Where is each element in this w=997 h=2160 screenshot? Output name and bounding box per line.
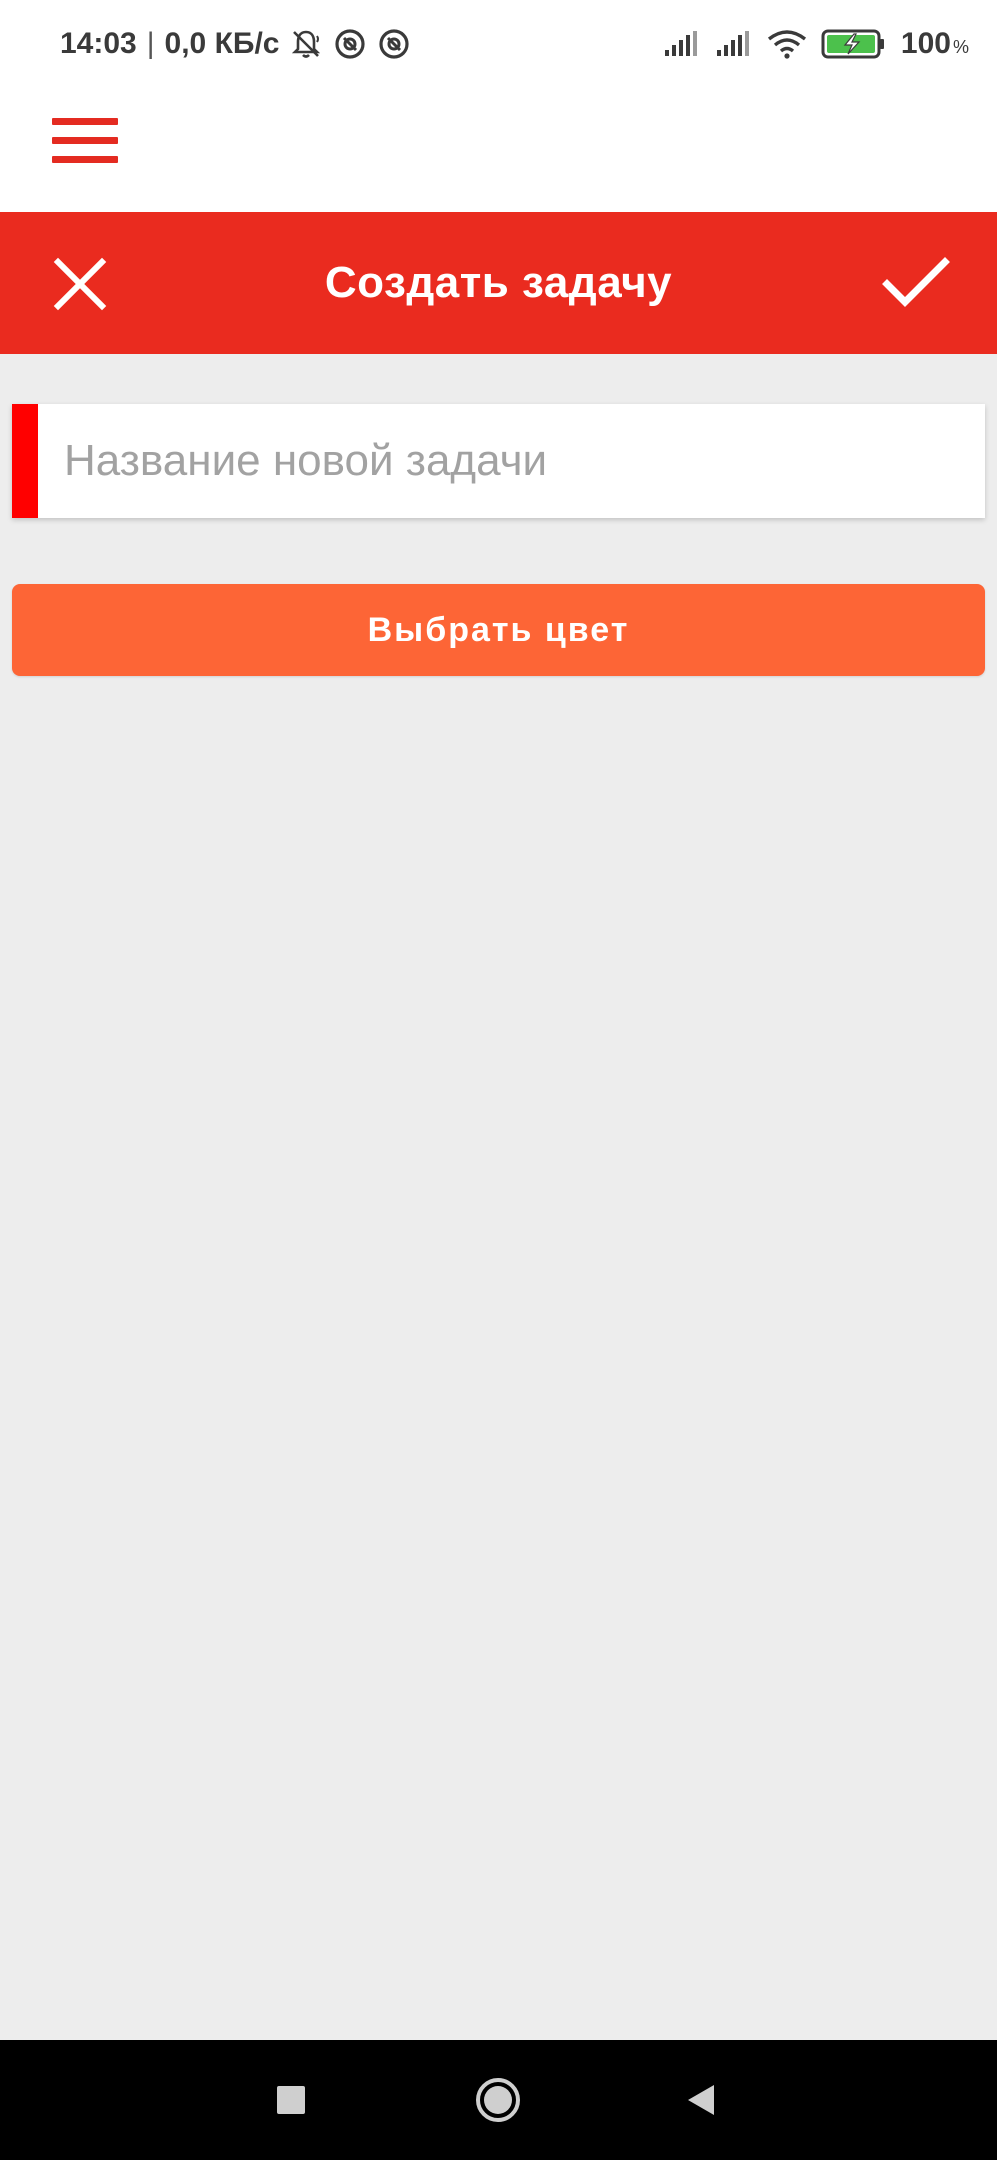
battery-value: 100 — [900, 27, 951, 60]
signal-icon — [663, 30, 701, 58]
hamburger-line — [52, 137, 118, 144]
status-time: 14:03 — [60, 27, 137, 60]
percent-sign: % — [952, 37, 969, 57]
task-name-input[interactable] — [38, 404, 985, 518]
status-bar: 14:03 | 0,0 КБ/с 100 % — [0, 0, 997, 88]
screen: 14:03 | 0,0 КБ/с 100 % Создать задачу На… — [0, 0, 997, 2160]
status-right: 100 % — [663, 27, 969, 61]
navigation-bar — [0, 2040, 997, 2160]
choose-color-button[interactable]: Выбрать цвет — [12, 584, 985, 676]
bell-off-icon — [289, 27, 323, 61]
wifi-icon — [767, 29, 807, 59]
at-sign-icon — [333, 27, 367, 61]
app-top-bar — [0, 88, 997, 212]
home-icon[interactable] — [438, 2040, 558, 2160]
hamburger-line — [52, 118, 118, 125]
action-header: Создать задачу — [0, 212, 997, 354]
network-speed: 0,0 КБ/с — [164, 27, 280, 60]
recents-icon[interactable] — [231, 2040, 351, 2160]
status-separator: | — [146, 27, 155, 60]
page-title: Создать задачу — [324, 258, 673, 307]
battery-percent: 100 % — [901, 27, 969, 61]
task-color-indicator — [12, 404, 38, 518]
status-left: 14:03 | 0,0 КБ/с — [60, 27, 411, 61]
check-icon[interactable] — [881, 256, 951, 312]
task-name-field — [12, 404, 985, 518]
at-sign-icon — [377, 27, 411, 61]
hamburger-line — [52, 156, 118, 163]
signal-icon — [715, 30, 753, 58]
back-icon[interactable] — [641, 2040, 761, 2160]
battery-charging-icon — [821, 28, 887, 60]
close-icon[interactable] — [52, 256, 108, 312]
hamburger-menu-icon[interactable] — [52, 118, 118, 166]
